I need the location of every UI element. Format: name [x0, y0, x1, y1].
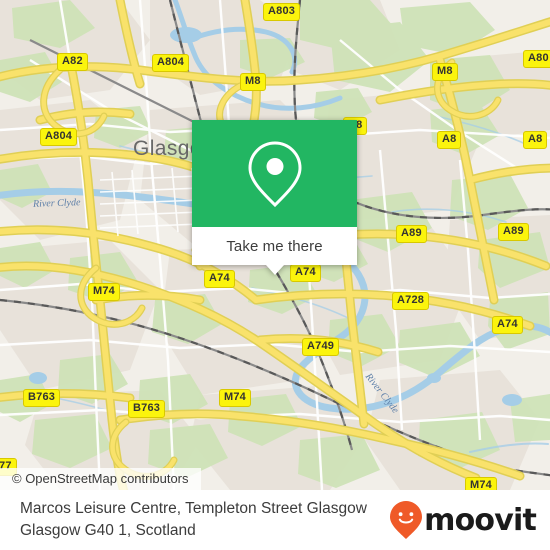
water-label-river-clyde-west: River Clyde [32, 197, 81, 210]
road-shield-a74-right: A74 [492, 316, 523, 334]
road-shield-a82: A82 [57, 53, 88, 71]
moovit-brand[interactable]: moovit [389, 500, 550, 540]
road-shield-a8-mid: A8 [437, 131, 462, 149]
road-shield-a804-top: A804 [152, 54, 190, 72]
road-shield-a74-mid: A74 [290, 264, 321, 282]
road-shield-a74-left: A74 [204, 270, 235, 288]
road-shield-b763-mid: B763 [128, 400, 166, 418]
road-shield-m8-right: M8 [432, 63, 458, 81]
footer-bar: Marcos Leisure Centre, Templeton Street … [0, 490, 550, 550]
road-shield-m74-left: M74 [88, 283, 120, 301]
road-shield-a803-top: A803 [263, 3, 301, 21]
map-canvas[interactable]: Glasgow River Clyde River Clyde A803 A82 A8… [0, 0, 550, 490]
osm-attribution[interactable]: © OpenStreetMap contributors [0, 468, 201, 490]
road-shield-a728: A728 [392, 292, 430, 310]
road-shield-a749: A749 [302, 338, 340, 356]
road-shield-a804-left: A804 [40, 128, 78, 146]
map-pin-icon [247, 140, 302, 207]
map-screenshot-root: Glasgow River Clyde River Clyde A803 A82 A8… [0, 0, 550, 550]
address-line-1: Marcos Leisure Centre, Templeton Street … [20, 500, 367, 517]
popup-cta-bar[interactable]: Take me there [192, 227, 357, 265]
road-shield-m74-mid: M74 [219, 389, 251, 407]
road-shield-b763-left: B763 [23, 389, 61, 407]
road-shield-a8-right: A8 [523, 131, 548, 149]
popup-tail-arrow [265, 265, 284, 275]
road-shield-a89-left: A89 [396, 225, 427, 243]
popup-marker-panel [192, 120, 357, 227]
moovit-pin-face-icon [390, 501, 423, 539]
address-line-2: Glasgow G40 1, Scotland [20, 522, 196, 539]
road-shield-a89-right: A89 [498, 223, 529, 241]
location-address: Marcos Leisure Centre, Templeton Street … [0, 498, 389, 542]
popup-cta-label: Take me there [226, 237, 323, 255]
take-me-there-popup[interactable]: Take me there [192, 120, 357, 275]
moovit-wordmark: moovit [424, 502, 537, 538]
road-shield-a80: A80 [523, 50, 550, 68]
road-shield-m74-bottom: M74 [465, 477, 497, 490]
road-shield-m8-left: M8 [240, 73, 266, 91]
